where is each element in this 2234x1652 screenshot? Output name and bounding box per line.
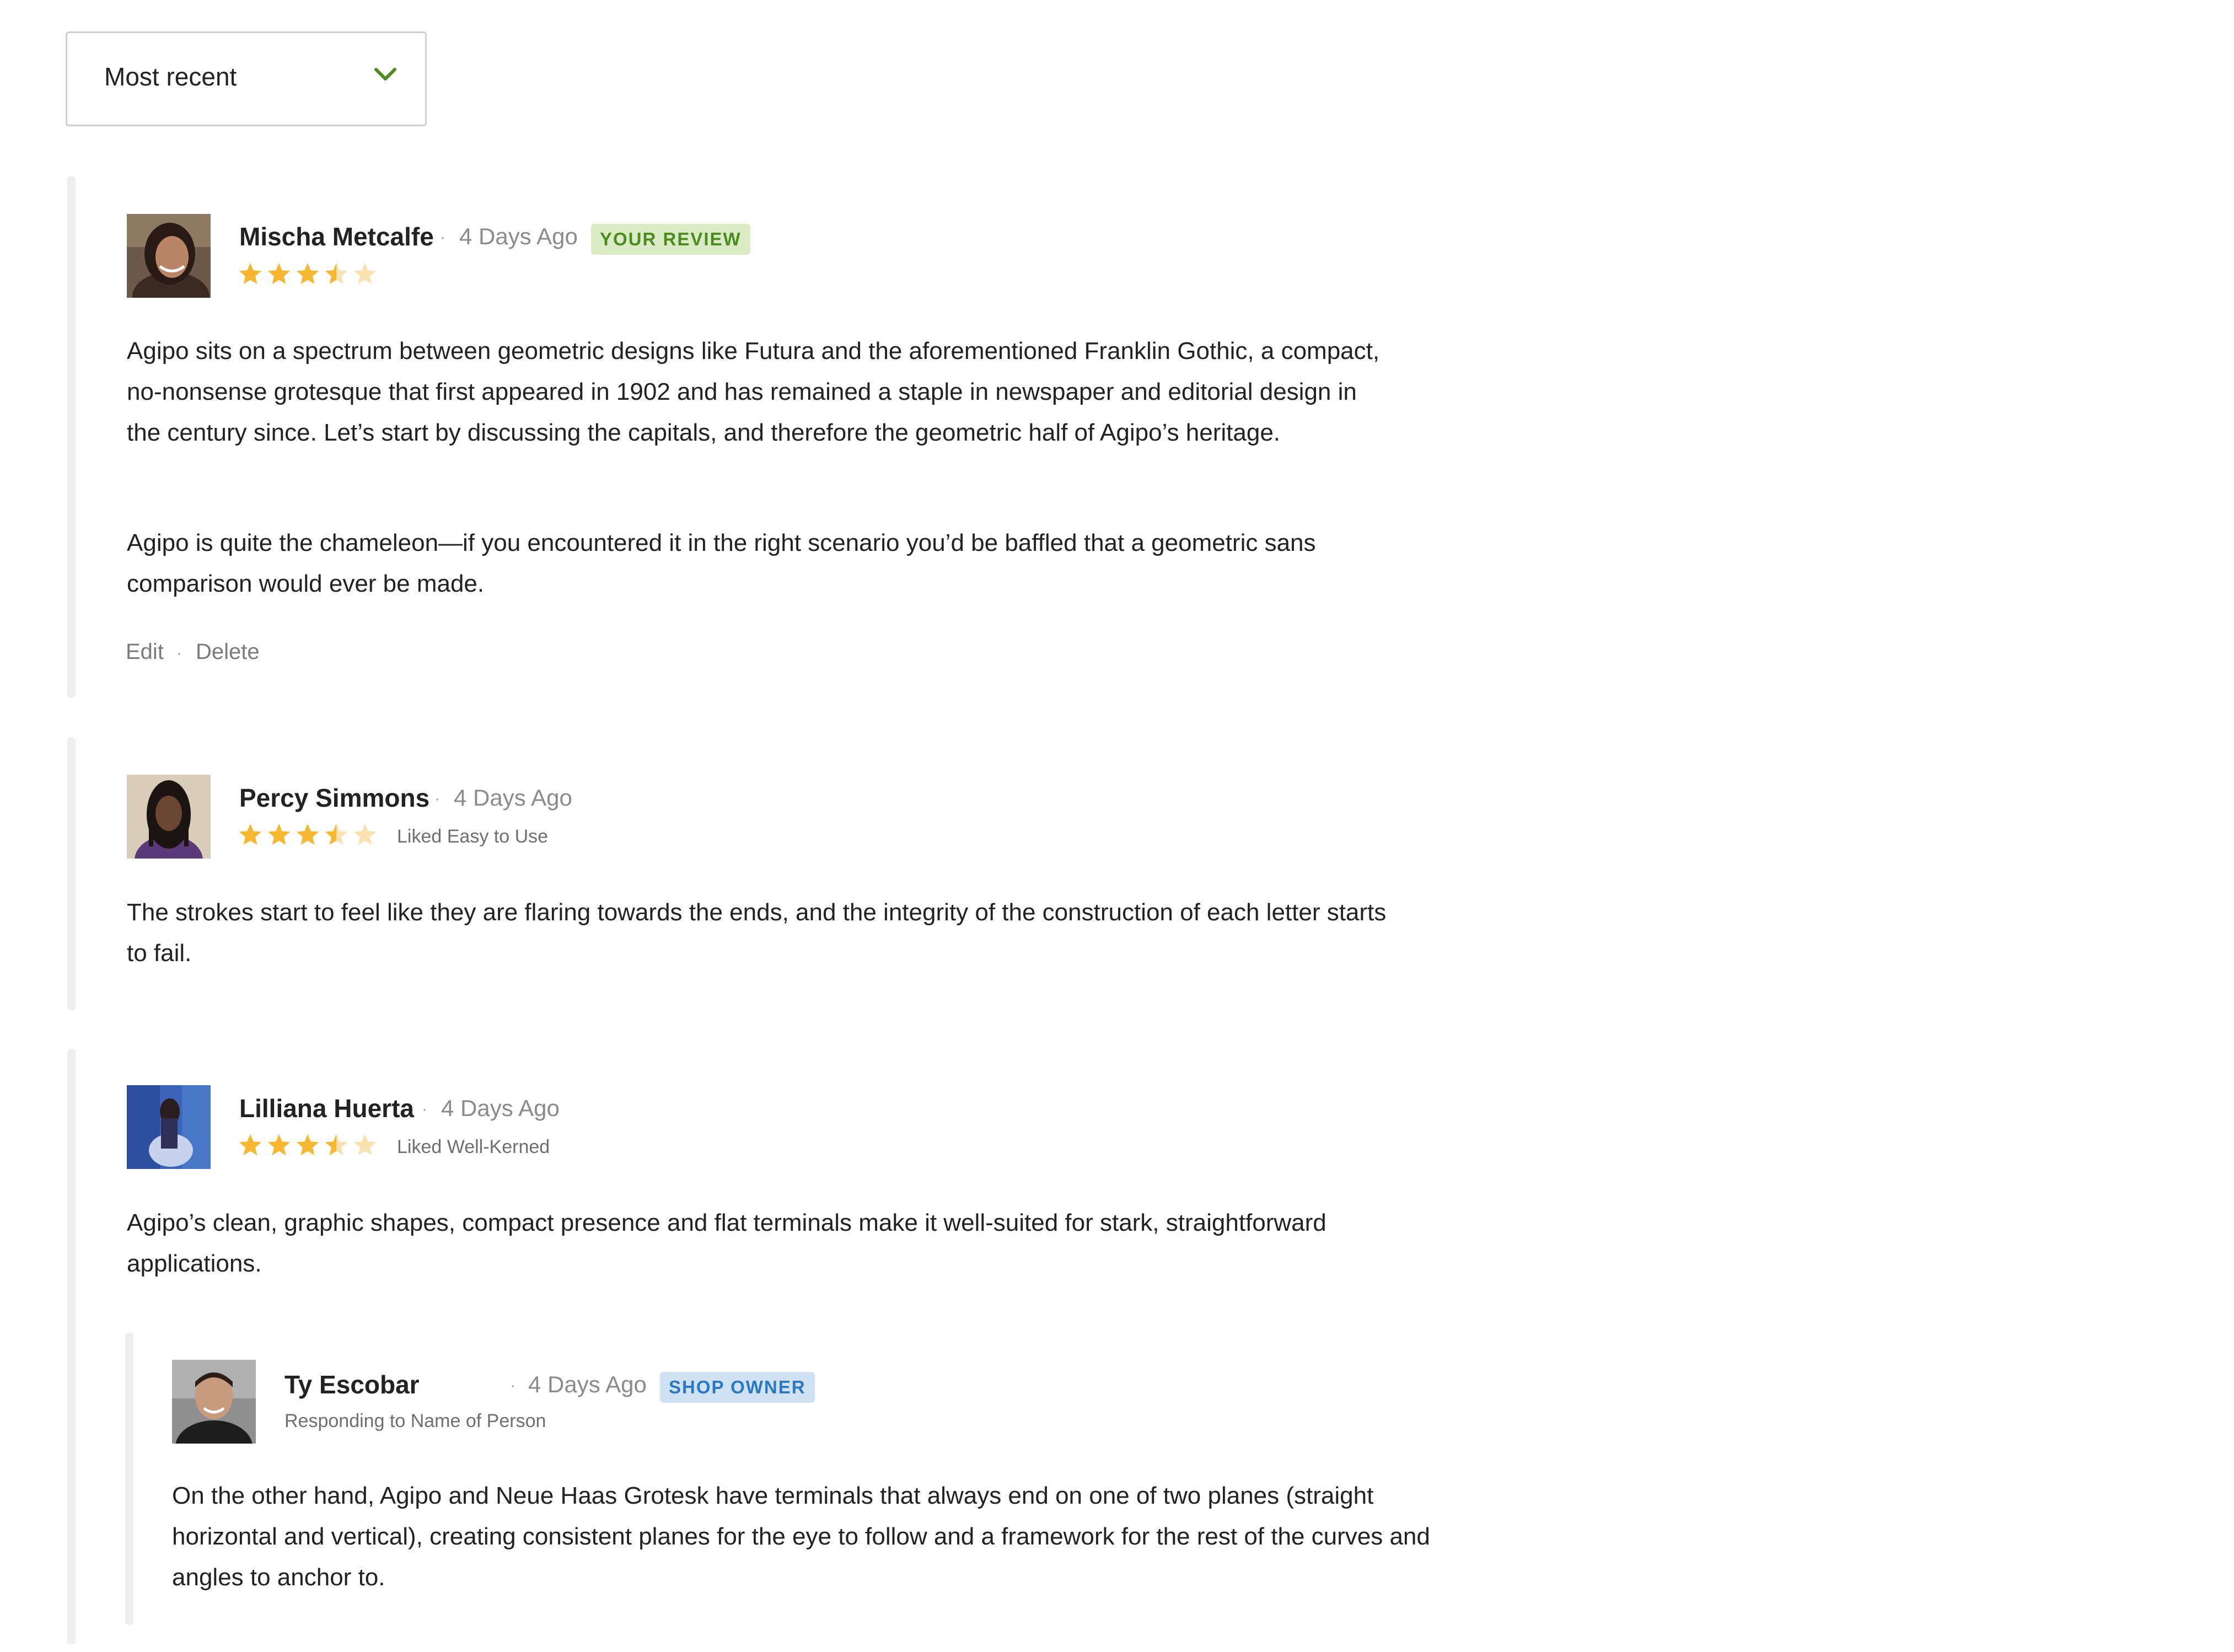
review-paragraph: Agipo is quite the chameleon—if you enco… xyxy=(127,529,1316,597)
delete-link[interactable]: Delete xyxy=(196,640,260,664)
avatar xyxy=(127,1085,211,1169)
star-filled-icon xyxy=(297,1134,319,1155)
review-date: 4 Days Ago xyxy=(459,223,578,249)
star-filled-icon xyxy=(268,824,290,845)
responding-to-label: Responding to Name of Person xyxy=(284,1410,546,1431)
reply-date: 4 Days Ago xyxy=(528,1371,647,1397)
star-rating xyxy=(238,1133,377,1158)
meta-separator: · xyxy=(422,1100,427,1118)
review-thread-rail xyxy=(67,1049,76,1644)
star-filled-icon xyxy=(297,263,319,284)
star-rating xyxy=(238,262,377,287)
action-separator: · xyxy=(176,644,182,662)
star-filled-icon xyxy=(239,1134,261,1155)
meta-separator: · xyxy=(510,1376,515,1394)
sort-dropdown[interactable]: Most recent xyxy=(66,31,427,126)
star-filled-icon xyxy=(297,824,319,845)
star-filled-icon xyxy=(268,263,290,284)
star-rating xyxy=(238,823,377,848)
reply-author-name[interactable]: Ty Escobar xyxy=(284,1370,420,1399)
reply-thread-rail xyxy=(125,1333,133,1625)
review-paragraph: Agipo’s clean, graphic shapes, compact p… xyxy=(127,1209,1327,1277)
star-half-icon xyxy=(325,263,347,284)
review-thread-rail xyxy=(67,176,76,698)
chevron-down-icon xyxy=(374,68,396,81)
star-empty-icon xyxy=(354,1134,376,1155)
star-empty-icon xyxy=(354,824,376,845)
review-date: 4 Days Ago xyxy=(454,785,572,811)
star-empty-icon xyxy=(354,263,376,284)
your-review-badge: YOUR REVIEW xyxy=(591,224,750,255)
meta-separator: · xyxy=(434,790,440,808)
review-date: 4 Days Ago xyxy=(441,1095,560,1121)
sort-selected-label: Most recent xyxy=(104,62,237,91)
review-paragraph: The strokes start to feel like they are … xyxy=(127,899,1387,967)
liked-attribute: Liked Easy to Use xyxy=(397,826,549,847)
avatar xyxy=(172,1360,256,1444)
star-filled-icon xyxy=(239,824,261,845)
star-half-icon xyxy=(325,824,347,845)
star-filled-icon xyxy=(239,263,261,284)
reviewer-name[interactable]: Percy Simmons xyxy=(239,783,429,813)
review-paragraph: Agipo sits on a spectrum between geometr… xyxy=(127,337,1380,446)
reply-paragraph: On the other hand, Agipo and Neue Haas G… xyxy=(172,1482,1430,1591)
meta-separator: · xyxy=(440,228,445,246)
shop-owner-badge: SHOP OWNER xyxy=(660,1372,815,1403)
liked-attribute: Liked Well-Kerned xyxy=(397,1136,550,1157)
star-filled-icon xyxy=(268,1134,290,1155)
reviewer-name[interactable]: Lilliana Huerta xyxy=(239,1093,414,1123)
avatar xyxy=(127,214,211,298)
reviewer-name[interactable]: Mischa Metcalfe xyxy=(239,222,434,251)
star-half-icon xyxy=(325,1134,347,1155)
review-thread-rail xyxy=(67,737,76,1010)
avatar xyxy=(127,775,211,859)
edit-link[interactable]: Edit xyxy=(126,640,164,664)
